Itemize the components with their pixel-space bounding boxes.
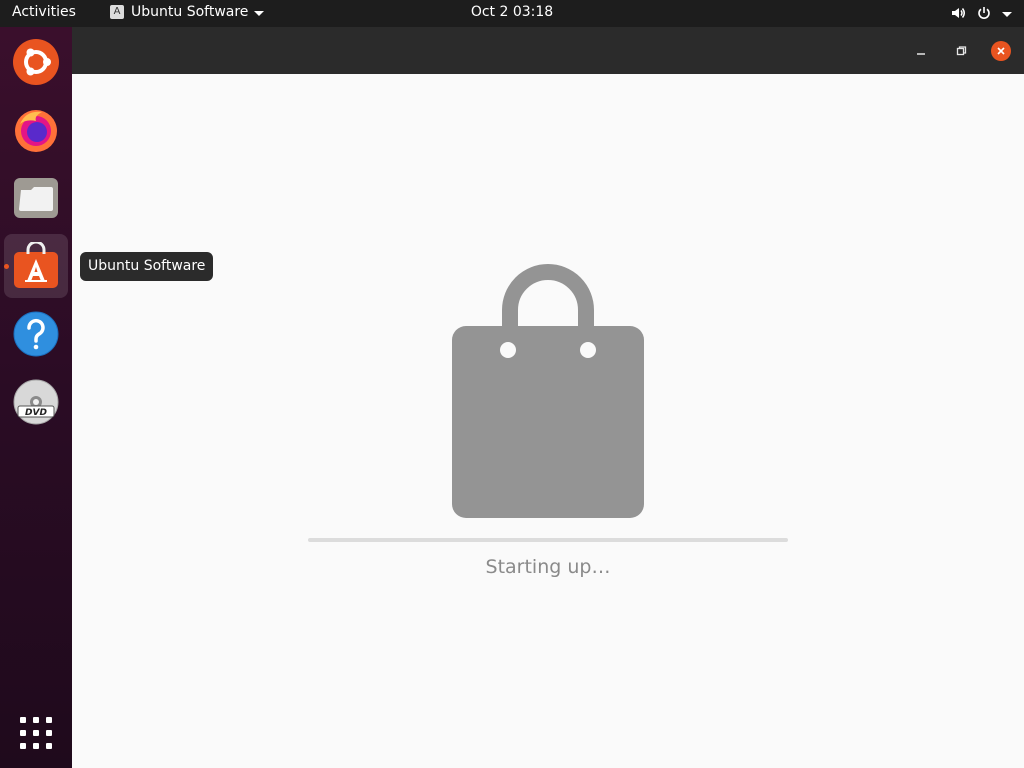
close-button[interactable]	[990, 40, 1012, 62]
power-icon[interactable]	[976, 5, 992, 21]
svg-text:DVD: DVD	[25, 408, 47, 418]
dock: DVD	[0, 27, 72, 768]
dock-item-ubuntu-software[interactable]	[4, 234, 68, 298]
firefox-icon	[15, 110, 57, 152]
minimize-icon	[917, 53, 925, 55]
system-tray[interactable]	[950, 5, 1012, 21]
window-headerbar[interactable]	[72, 27, 1024, 74]
minimize-button[interactable]	[910, 40, 932, 62]
maximize-button[interactable]	[950, 40, 972, 62]
dvd-icon: DVD	[13, 379, 59, 425]
ubuntu-logo-icon	[13, 39, 59, 85]
dock-item-help[interactable]	[4, 302, 68, 366]
running-indicator	[4, 264, 9, 269]
volume-icon[interactable]	[950, 5, 966, 21]
files-icon	[14, 178, 58, 218]
dock-item-dvd[interactable]: DVD	[4, 370, 68, 434]
dock-item-firefox[interactable]	[4, 98, 68, 162]
show-apps-grid-icon[interactable]	[20, 717, 52, 749]
dock-item-files[interactable]	[4, 166, 68, 230]
help-icon	[13, 311, 59, 357]
app-menu-button[interactable]: A Ubuntu Software	[110, 4, 265, 20]
system-menu-caret-icon[interactable]	[1002, 11, 1012, 17]
startup-progress-bar	[308, 538, 788, 542]
clock[interactable]: Oct 2 03:18	[471, 4, 553, 20]
app-menu-icon: A	[110, 5, 124, 19]
app-menu-label: Ubuntu Software	[131, 4, 249, 20]
maximize-icon	[956, 46, 967, 56]
chevron-down-icon	[254, 10, 265, 16]
dock-item-ubuntu[interactable]	[4, 30, 68, 94]
activities-button[interactable]: Activities	[12, 4, 76, 20]
close-icon	[997, 47, 1005, 55]
loading-view: Starting up…	[72, 74, 1024, 768]
top-bar: Activities A Ubuntu Software Oct 2 03:18	[0, 0, 1024, 27]
shopping-bag-icon	[452, 264, 644, 518]
dock-tooltip: Ubuntu Software	[80, 252, 214, 281]
ubuntu-software-window: Starting up…	[72, 27, 1024, 768]
status-message: Starting up…	[485, 556, 611, 578]
ubuntu-software-icon	[14, 242, 58, 288]
